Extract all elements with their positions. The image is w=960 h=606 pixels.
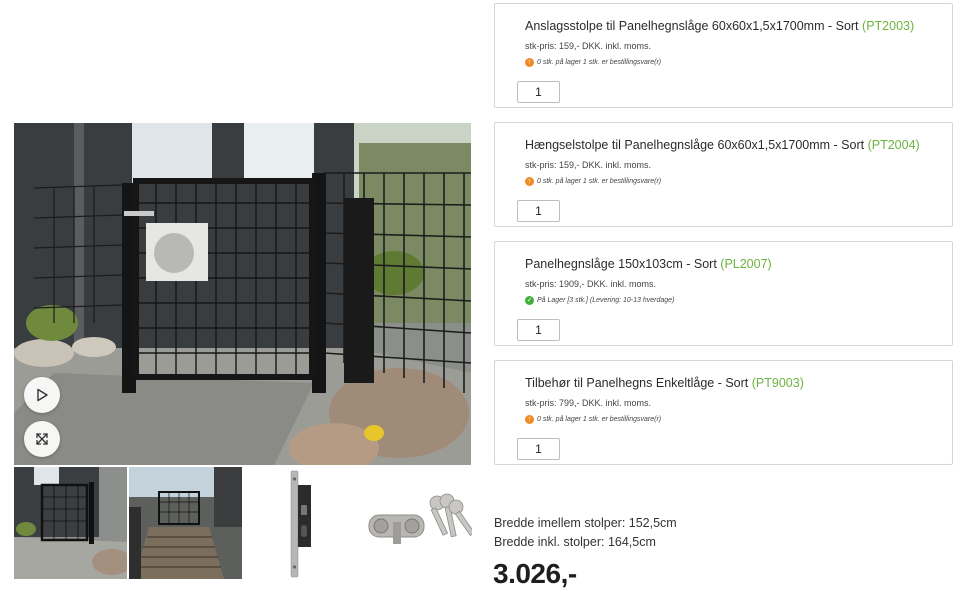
quantity-input[interactable]: 1 — [517, 438, 560, 460]
fullscreen-button[interactable] — [24, 421, 60, 457]
stock-status: ↑ 0 stk. på lager 1 stk. er bestillingsv… — [525, 58, 661, 67]
product-price: stk-pris: 799,- DKK. inkl. moms. — [525, 398, 652, 408]
play-icon — [37, 388, 48, 402]
product-card-pl2007: Panelhegnslåge 150x103cm - Sort (PL2007)… — [494, 241, 953, 346]
product-main-image[interactable] — [14, 123, 471, 465]
stock-text: 0 stk. på lager 1 stk. er bestillingsvar… — [537, 178, 662, 185]
stock-status: ↑ 0 stk. på lager 1 stk. er bestillingsv… — [525, 177, 661, 186]
warning-arrow-icon: ↑ — [525, 177, 534, 186]
thumbnail-gate[interactable] — [14, 467, 127, 579]
stock-status: ↑ 0 stk. på lager 1 stk. er bestillingsv… — [525, 415, 661, 424]
quantity-input[interactable]: 1 — [517, 319, 560, 341]
thumbnail-gate-stairs[interactable] — [129, 467, 242, 579]
product-code: (PT9003) — [751, 376, 804, 390]
gate-photo — [14, 123, 471, 465]
quantity-input[interactable]: 1 — [517, 200, 560, 222]
product-title: Panelhegnslåge 150x103cm - Sort (PL2007) — [525, 257, 772, 271]
product-name: Anslagsstolpe til Panelhegnslåge 60x60x1… — [525, 19, 859, 33]
width-between-posts: Bredde imellem stolper: 152,5cm — [494, 516, 677, 530]
stock-text: 0 stk. på lager 1 stk. er bestillingsvar… — [537, 416, 662, 423]
width-incl-posts: Bredde inkl. stolper: 164,5cm — [494, 535, 656, 549]
warning-arrow-icon: ↑ — [525, 415, 534, 424]
product-name: Hængselstolpe til Panelhegnslåge 60x60x1… — [525, 138, 865, 152]
product-price: stk-pris: 1909,- DKK. inkl. moms. — [525, 279, 657, 289]
check-icon: ✓ — [525, 296, 534, 305]
product-title: Hængselstolpe til Panelhegnslåge 60x60x1… — [525, 138, 920, 152]
thumbnail-strip — [14, 467, 472, 579]
product-title: Anslagsstolpe til Panelhegnslåge 60x60x1… — [525, 19, 914, 33]
product-price: stk-pris: 159,- DKK. inkl. moms. — [525, 160, 652, 170]
product-card-pt2004: Hængselstolpe til Panelhegnslåge 60x60x1… — [494, 122, 953, 227]
stock-status: ✓ På Lager [3 stk.] (Levering: 10-13 hve… — [525, 296, 674, 305]
product-code: (PT2004) — [867, 138, 920, 152]
expand-icon — [36, 433, 48, 445]
product-name: Panelhegnslåge 150x103cm - Sort — [525, 257, 717, 271]
play-video-button[interactable] — [24, 377, 60, 413]
warning-arrow-icon: ↑ — [525, 58, 534, 67]
total-price: 3.026,- — [493, 558, 577, 589]
thumbnail-cylinder-keys[interactable] — [359, 467, 472, 579]
product-code: (PT2003) — [862, 19, 915, 33]
product-code: (PL2007) — [720, 257, 772, 271]
product-card-pt2003: Anslagsstolpe til Panelhegnslåge 60x60x1… — [494, 3, 953, 108]
thumbnail-lock-case[interactable] — [244, 467, 357, 579]
product-price: stk-pris: 159,- DKK. inkl. moms. — [525, 41, 652, 51]
stock-text: 0 stk. på lager 1 stk. er bestillingsvar… — [537, 59, 662, 66]
quantity-input[interactable]: 1 — [517, 81, 560, 103]
product-title: Tilbehør til Panelhegns Enkeltlåge - Sor… — [525, 376, 804, 390]
product-name: Tilbehør til Panelhegns Enkeltlåge - Sor… — [525, 376, 749, 390]
stock-text: På Lager [3 stk.] (Levering: 10-13 hverd… — [537, 297, 675, 304]
product-card-pt9003: Tilbehør til Panelhegns Enkeltlåge - Sor… — [494, 360, 953, 465]
